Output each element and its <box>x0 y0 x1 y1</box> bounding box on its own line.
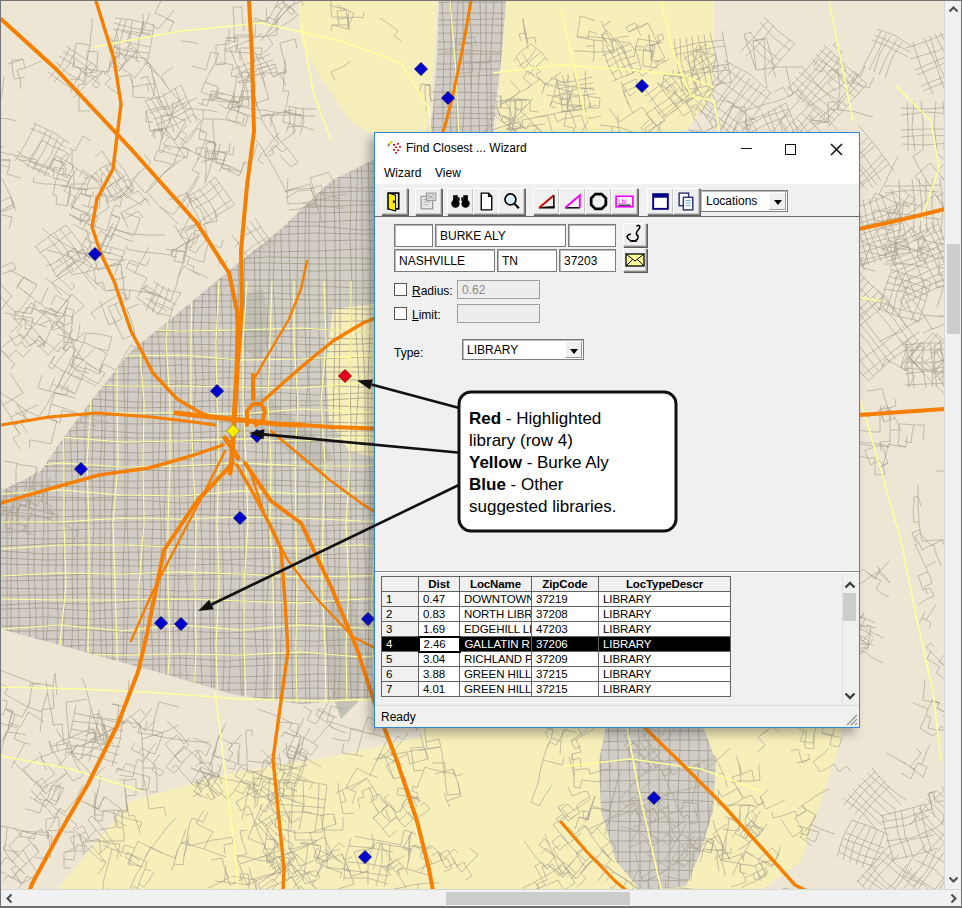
svg-text:Lbl: Lbl <box>618 198 626 205</box>
